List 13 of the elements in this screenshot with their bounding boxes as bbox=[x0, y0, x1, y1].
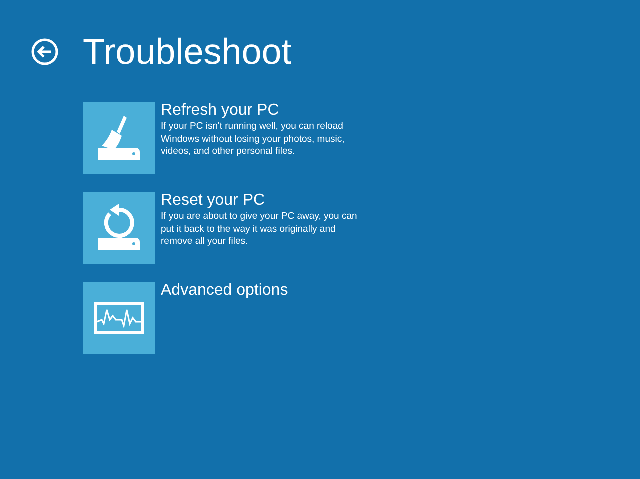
reset-drive-icon bbox=[96, 204, 142, 252]
broom-drive-icon bbox=[96, 114, 142, 162]
monitor-graph-icon bbox=[94, 302, 144, 334]
page-title: Troubleshoot bbox=[83, 30, 292, 74]
option-description: If you are about to give your PC away, you can put it back to the way it was originally and remove all your files. bbox=[161, 211, 358, 248]
option-title[interactable]: Reset your PC bbox=[161, 192, 361, 210]
option-title[interactable]: Advanced options bbox=[161, 282, 361, 300]
option-description: If your PC isn't running well, you can reload Windows without losing your photos, music, videos, and other personal files. bbox=[161, 121, 346, 158]
option-tile[interactable] bbox=[83, 192, 155, 264]
option-tile[interactable] bbox=[83, 282, 155, 354]
back-button[interactable] bbox=[31, 38, 59, 66]
option-tile[interactable] bbox=[83, 102, 155, 174]
option-title[interactable]: Refresh your PC bbox=[161, 102, 361, 120]
